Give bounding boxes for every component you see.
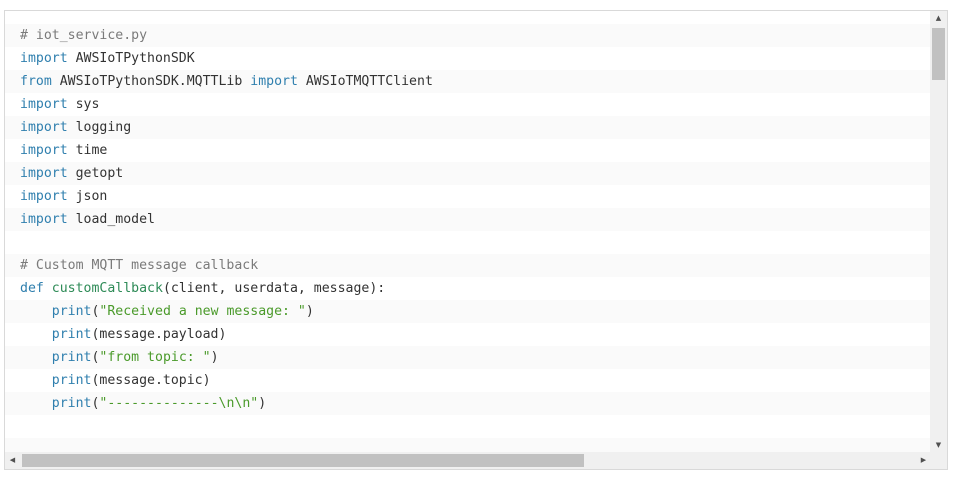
code-token: print <box>51 396 92 411</box>
code-token: print <box>51 327 92 342</box>
vertical-scrollbar[interactable]: ▲ ▼ <box>930 11 947 453</box>
code-token: (client, userdata, message): <box>162 281 386 296</box>
code-line: import json <box>5 185 931 208</box>
horizontal-scroll-thumb[interactable] <box>22 454 584 467</box>
horizontal-scrollbar[interactable]: ◀ ▶ <box>5 452 931 469</box>
code-token: json <box>67 189 108 204</box>
scrollbar-corner <box>930 452 947 469</box>
code-viewport[interactable]: # iot_service.py import AWSIoTPythonSDK fr… <box>5 11 931 453</box>
code-token: ) <box>258 396 267 411</box>
code-token: import <box>20 166 68 181</box>
code-token: import <box>20 143 68 158</box>
scroll-up-arrow-icon[interactable]: ▲ <box>930 11 947 26</box>
code-line <box>5 415 931 438</box>
code-line: # Custom MQTT message callback <box>5 254 931 277</box>
scroll-down-arrow-icon[interactable]: ▼ <box>930 438 947 453</box>
code-token: print <box>51 350 92 365</box>
code-token: def <box>20 281 44 296</box>
code-line: import time <box>5 139 931 162</box>
code-token: "--------------\n\n" <box>99 396 259 411</box>
code-token: getopt <box>67 166 124 181</box>
code-token: # Custom MQTT message callback <box>20 258 259 273</box>
code-token: "from topic: " <box>99 350 211 365</box>
code-line: print(message.payload) <box>5 323 931 346</box>
code-token: AWSIoTPythonSDK.MQTTLib <box>51 74 251 89</box>
code-line: print("from topic: ") <box>5 346 931 369</box>
code-token: import <box>20 189 68 204</box>
code-token: import <box>20 97 68 112</box>
code-token: print <box>51 304 92 319</box>
code-token: ) <box>210 350 219 365</box>
code-line: import logging <box>5 116 931 139</box>
code-line: # iot_service.py <box>5 24 931 47</box>
code-line: print("--------------\n\n") <box>5 392 931 415</box>
code-token: (message.topic) <box>91 373 211 388</box>
scroll-right-arrow-icon[interactable]: ▶ <box>916 452 931 469</box>
code-token: logging <box>67 120 132 135</box>
code-token: time <box>67 143 108 158</box>
code-block-container: # iot_service.py import AWSIoTPythonSDK fr… <box>4 10 948 470</box>
code-line <box>5 438 931 453</box>
code-line: import getopt <box>5 162 931 185</box>
code-token: ) <box>305 304 314 319</box>
code-token: (message.payload) <box>91 327 227 342</box>
code-token: from <box>20 74 52 89</box>
code-line: import sys <box>5 93 931 116</box>
code-token: "Received a new message: " <box>99 304 306 319</box>
code-token: import <box>250 74 298 89</box>
vertical-scroll-thumb[interactable] <box>932 28 945 80</box>
code-line: print(message.topic) <box>5 369 931 392</box>
code-line: from AWSIoTPythonSDK.MQTTLib import AWSI… <box>5 70 931 93</box>
code-token: import <box>20 212 68 227</box>
code-token: sys <box>67 97 100 112</box>
code-line: def customCallback(client, userdata, mes… <box>5 277 931 300</box>
code-token: # iot_service.py <box>20 28 148 43</box>
code-token: print <box>51 373 92 388</box>
code-token: AWSIoTMQTTClient <box>297 74 433 89</box>
code-line: import AWSIoTPythonSDK <box>5 47 931 70</box>
code-token: customCallback <box>51 281 163 296</box>
code-line: import load_model <box>5 208 931 231</box>
code-token: import <box>20 51 68 66</box>
code-lines: # iot_service.py import AWSIoTPythonSDK fr… <box>5 24 931 453</box>
code-line: print("Received a new message: ") <box>5 300 931 323</box>
code-line <box>5 231 931 254</box>
code-token: AWSIoTPythonSDK <box>67 51 195 66</box>
scroll-left-arrow-icon[interactable]: ◀ <box>5 452 20 469</box>
code-token: import <box>20 120 68 135</box>
code-token: load_model <box>67 212 155 227</box>
